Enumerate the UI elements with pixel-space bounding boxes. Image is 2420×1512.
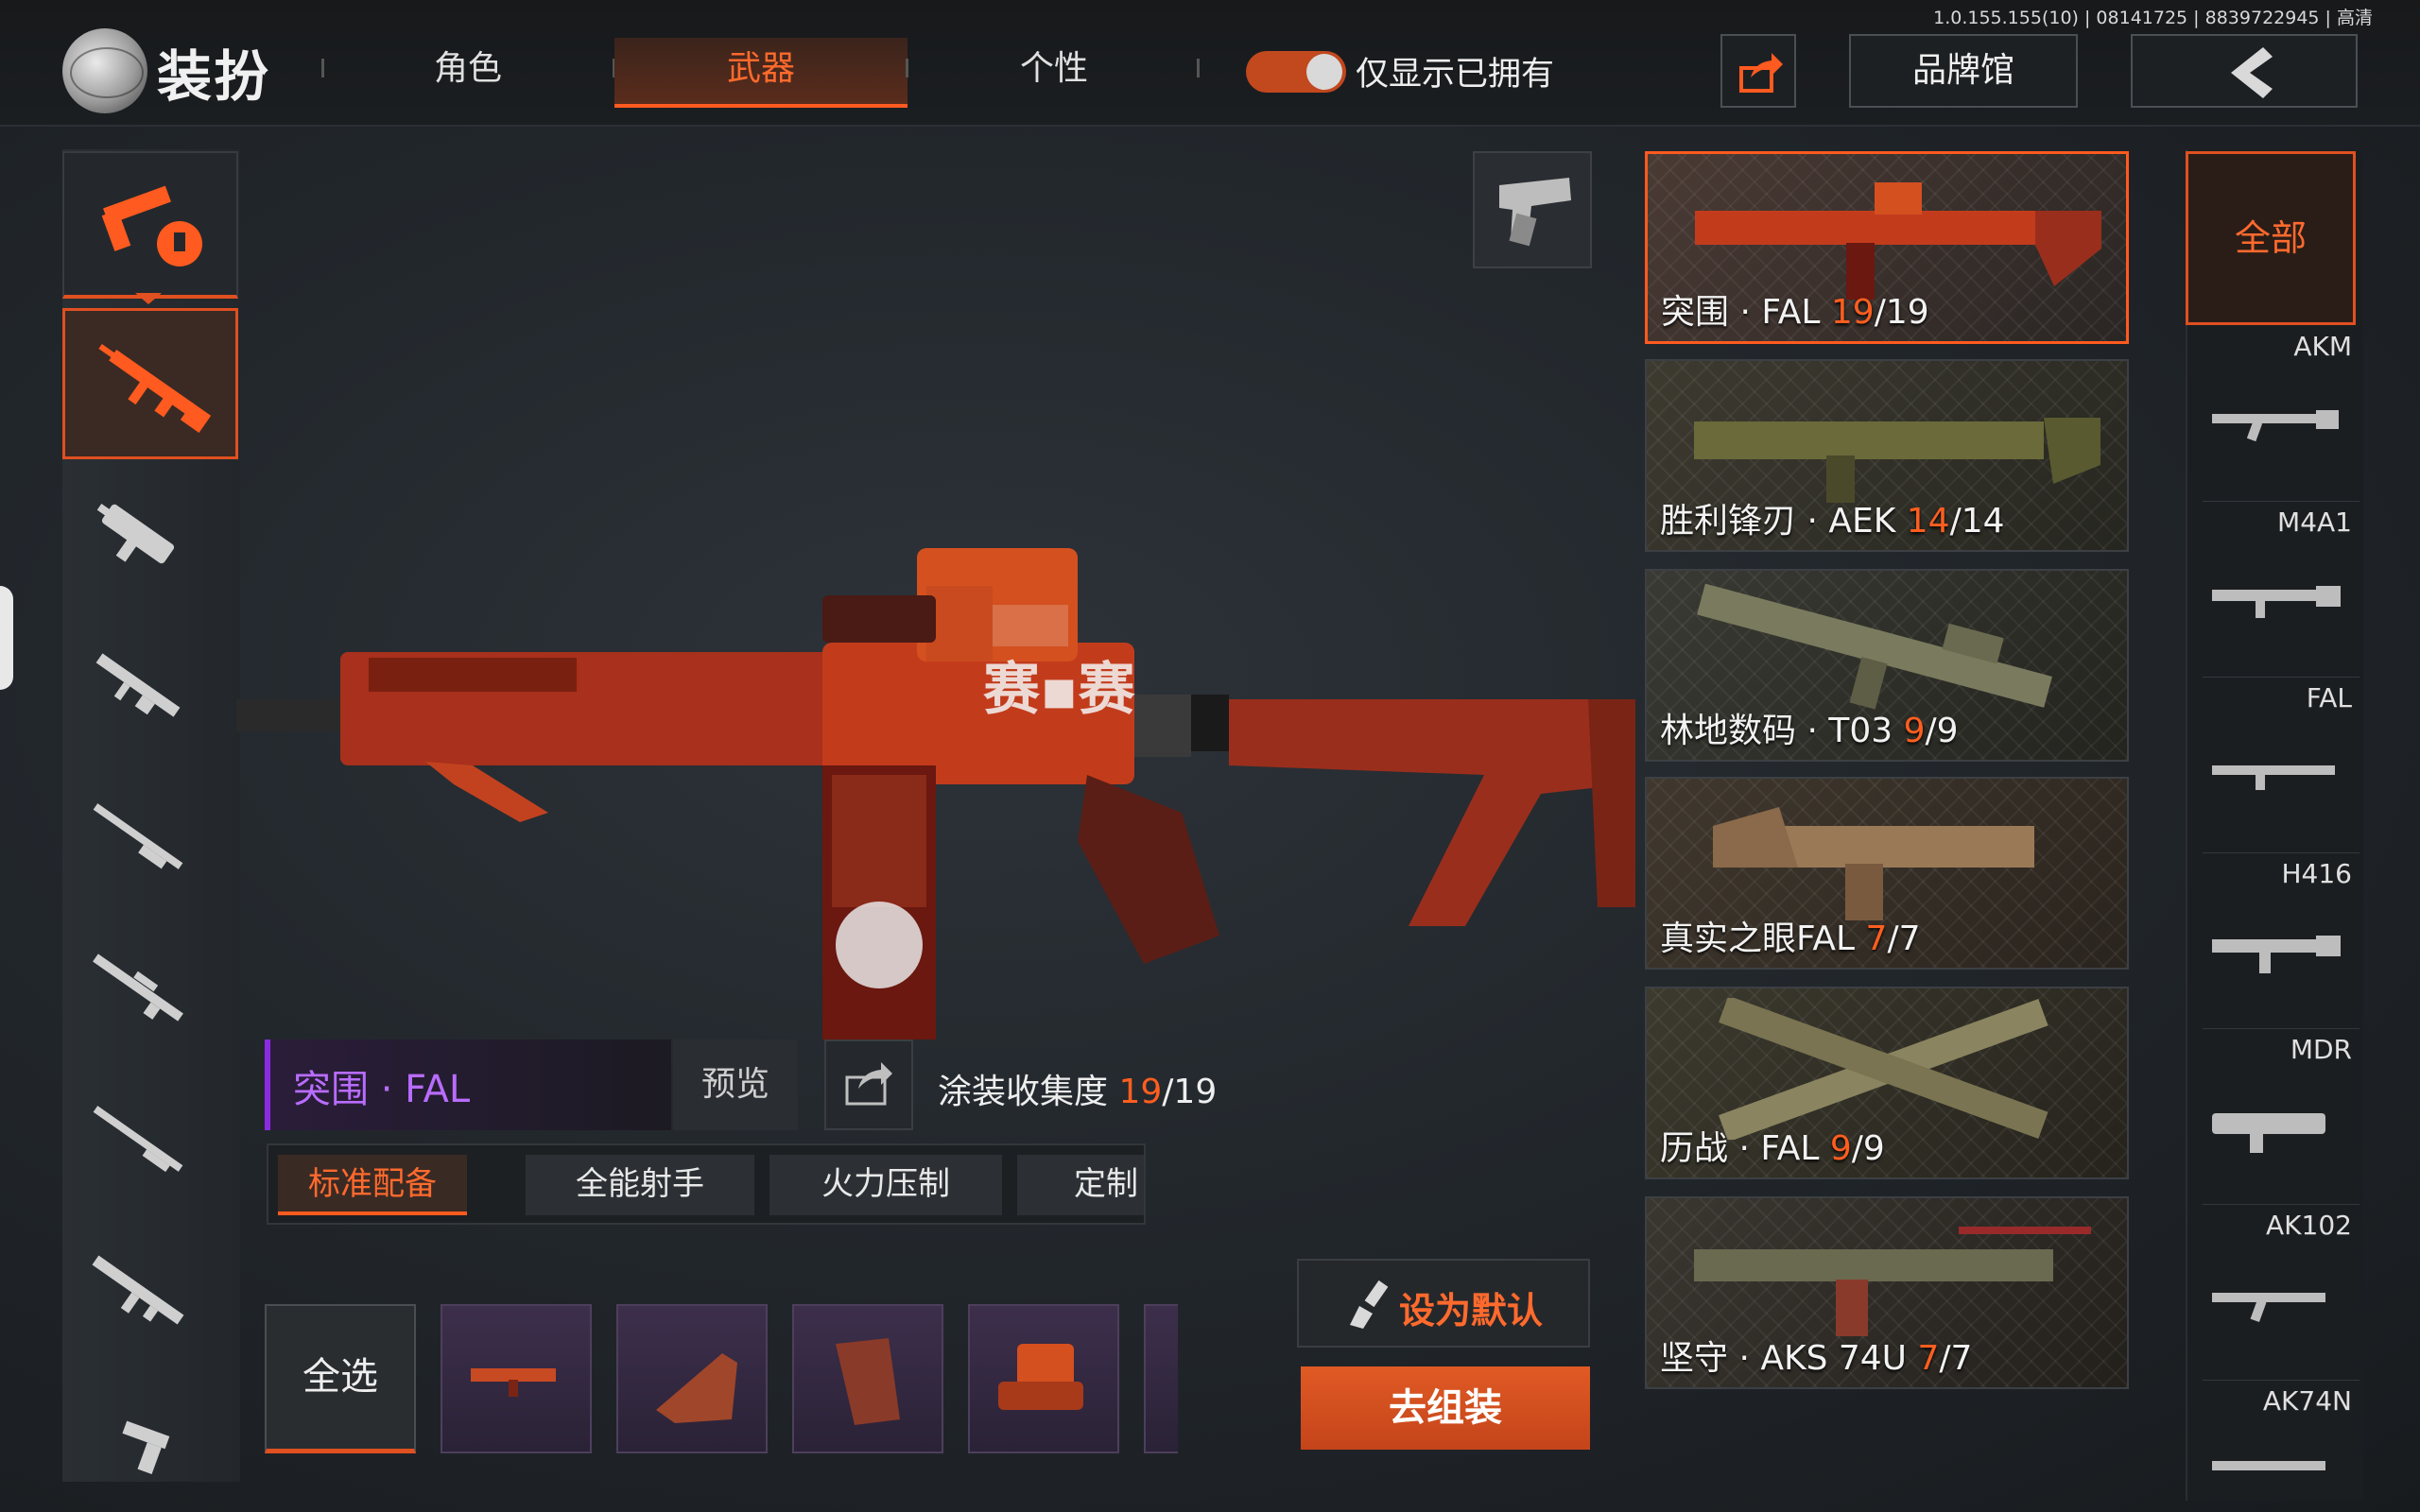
- fal-icon: [2212, 765, 2335, 790]
- skin-thumbnail: [1713, 807, 2034, 920]
- filter-weapon-icons: [2212, 410, 2341, 1470]
- globe-logo-icon: [62, 28, 147, 113]
- part-slot-grip[interactable]: [616, 1304, 768, 1453]
- collection-progress: 涂装收集度 19/19: [938, 1064, 1217, 1113]
- skin-card[interactable]: 胜利锋刃 · AEK 14/14: [1645, 359, 2129, 552]
- mdr-icon: [2212, 1113, 2325, 1153]
- collection-label: 涂装收集度: [938, 1073, 1109, 1111]
- lmg-icon: [95, 653, 181, 717]
- part-slot-pistol-grip[interactable]: [792, 1304, 943, 1453]
- skin-card-label: 林地数码 · T03 9/9: [1660, 712, 1959, 750]
- skin-thumbnail: [1694, 418, 2100, 503]
- toggle-knob: [1306, 54, 1342, 90]
- skin-card-label: 突围 · FAL 19/19: [1661, 293, 1929, 332]
- side-drawer-handle[interactable]: [0, 586, 13, 690]
- assemble-button[interactable]: 去组装: [1301, 1366, 1590, 1450]
- collection-total: /19: [1162, 1073, 1218, 1111]
- skin-card-label: 历战 · FAL 9/9: [1660, 1129, 1885, 1168]
- h416-icon: [2212, 936, 2341, 973]
- skin-card[interactable]: 历战 · FAL 9/9: [1645, 987, 2129, 1179]
- brand-hall-label: 品牌馆: [1911, 51, 2014, 90]
- rifle-part-icon: [471, 1368, 556, 1397]
- skin-thumbnail: [1697, 583, 2052, 710]
- page-title: 装扮: [157, 44, 271, 109]
- handgun-icon: [1499, 178, 1571, 247]
- marksman-rifle-icon: [93, 803, 183, 869]
- share-icon: [845, 1062, 892, 1106]
- skin-thumbnail: [1694, 1227, 2091, 1336]
- skin-name-bar: 突围 · FAL: [265, 1040, 671, 1130]
- filter-weapon-label[interactable]: AKM: [2293, 331, 2352, 362]
- part-slot-more[interactable]: [1144, 1304, 1178, 1453]
- smg-icon: [96, 504, 175, 564]
- owned-only-label: 仅显示已拥有: [1356, 56, 1555, 94]
- collection-count: 19: [1118, 1073, 1163, 1111]
- skin-thumbnail: [1719, 998, 2048, 1140]
- set-default-button[interactable]: 设为默认: [1297, 1259, 1590, 1348]
- skin-card-label: 胜利锋刃 · AEK 14/14: [1660, 502, 2005, 541]
- share-icon: [1739, 53, 1783, 93]
- holographic-sight-icon: [998, 1344, 1083, 1410]
- category-icons: [92, 504, 184, 1474]
- loadout-tab-allround[interactable]: 全能射手: [526, 1155, 754, 1215]
- skin-card-label: 坚守 · AKS 74U 7/7: [1660, 1339, 1973, 1378]
- brand-hall-button[interactable]: 品牌馆: [1849, 34, 2078, 108]
- version-info: 1.0.155.155(10) | 08141725 | 8839722945 …: [1933, 8, 2373, 28]
- select-all-button[interactable]: 全选: [265, 1304, 416, 1453]
- assault-rifle-icon: [98, 344, 212, 433]
- skin-card[interactable]: 真实之眼FAL 7/7: [1645, 777, 2129, 970]
- skin-share-button[interactable]: [824, 1040, 913, 1130]
- tab-separator: [906, 59, 908, 77]
- filter-all-button[interactable]: 全部: [2186, 151, 2356, 325]
- part-slot-rifle[interactable]: [441, 1304, 592, 1453]
- m4a1-icon: [2212, 586, 2341, 618]
- back-button[interactable]: [2131, 34, 2358, 108]
- brush-icon: [1350, 1280, 1389, 1329]
- back-arrow-icon: [2231, 47, 2273, 98]
- akm-icon: [2212, 410, 2339, 442]
- tab-weapons[interactable]: 武器: [614, 38, 908, 108]
- pistol-icon: [122, 1420, 170, 1474]
- pistol-grip-icon: [836, 1338, 900, 1425]
- skin-card[interactable]: 林地数码 · T03 9/9: [1645, 569, 2129, 762]
- tab-personality[interactable]: 个性: [964, 38, 1144, 104]
- sniper-rifle-icon: [93, 954, 183, 1022]
- foregrip-icon: [656, 1353, 737, 1423]
- share-button[interactable]: [1720, 34, 1796, 108]
- weapon-tools-icon: [101, 185, 202, 266]
- loadout-tab-standard[interactable]: 标准配备: [278, 1155, 467, 1215]
- skin-name: 突围 · FAL: [293, 1068, 471, 1111]
- part-slot-sight[interactable]: [968, 1304, 1119, 1453]
- rifle-icon: [92, 1255, 184, 1325]
- skin-card[interactable]: 突围 · FAL 19/19: [1645, 151, 2129, 344]
- shotgun-icon: [93, 1106, 183, 1173]
- pistol-view-button[interactable]: [1473, 151, 1592, 268]
- tab-separator: [1197, 59, 1200, 77]
- set-default-label: 设为默认: [1399, 1290, 1544, 1332]
- svg-text:赛▪赛: 赛▪赛: [983, 657, 1136, 723]
- loadout-tab-suppression[interactable]: 火力压制: [769, 1155, 1002, 1215]
- skin-card-label: 真实之眼FAL 7/7: [1660, 919, 1921, 958]
- ak74n-icon: [2212, 1461, 2325, 1470]
- loadout-tab-bar: 标准配备 全能射手 火力压制 定制: [267, 1143, 1146, 1225]
- tab-character[interactable]: 角色: [378, 38, 558, 104]
- category-assault-rifle[interactable]: [62, 308, 238, 459]
- ak102-icon: [2212, 1293, 2325, 1323]
- tab-separator: [321, 59, 324, 77]
- owned-only-toggle[interactable]: [1246, 51, 1346, 93]
- loadout-tab-custom[interactable]: 定制: [1017, 1155, 1144, 1215]
- skin-card[interactable]: 坚守 · AKS 74U 7/7: [1645, 1196, 2129, 1389]
- selection-caret: [135, 293, 162, 304]
- weapon-model-render: 赛▪赛: [236, 548, 1635, 1040]
- category-all-weapons[interactable]: [62, 151, 238, 299]
- preview-button[interactable]: 预览: [673, 1040, 798, 1130]
